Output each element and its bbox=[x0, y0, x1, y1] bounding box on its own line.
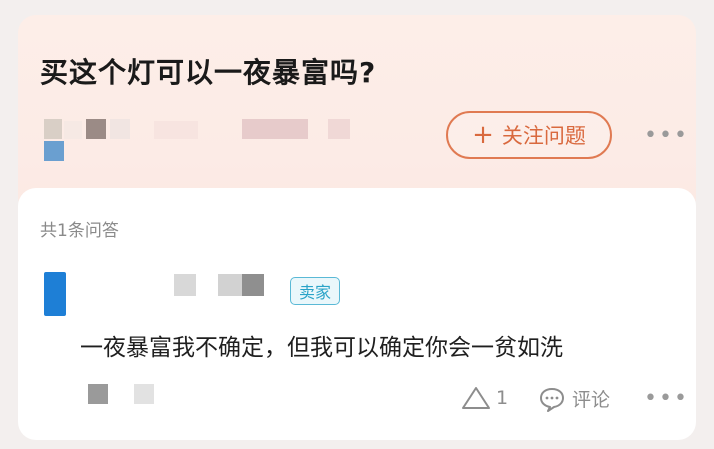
follow-question-label: 关注问题 bbox=[501, 124, 586, 148]
plus-icon: + bbox=[472, 120, 494, 150]
answer-text: 一夜暴富我不确定，但我可以确定你会一贫如洗 bbox=[80, 335, 563, 361]
question-title: 买这个灯可以一夜暴富吗? bbox=[40, 56, 377, 89]
like-count: 1 bbox=[496, 387, 509, 409]
seller-badge: 卖家 bbox=[290, 277, 340, 305]
avatar[interactable] bbox=[44, 272, 66, 316]
like-button[interactable]: 1 bbox=[460, 385, 508, 411]
answer-card: 共1条问答 卖家 一夜暴富我不确定，但我可以确定你会一贫如洗 1 评论 ••• bbox=[18, 188, 696, 440]
comment-icon bbox=[540, 387, 564, 412]
answer-count: 共1条问答 bbox=[40, 221, 119, 241]
triangle-up-icon bbox=[462, 387, 490, 409]
comment-label: 评论 bbox=[572, 389, 611, 411]
follow-question-button[interactable]: + 关注问题 bbox=[446, 111, 612, 159]
comment-button[interactable]: 评论 bbox=[538, 385, 610, 412]
question-card: 买这个灯可以一夜暴富吗? + 关注问题 ••• bbox=[18, 15, 696, 215]
question-more-icon[interactable]: ••• bbox=[644, 123, 689, 148]
answer-more-icon[interactable]: ••• bbox=[644, 386, 689, 411]
